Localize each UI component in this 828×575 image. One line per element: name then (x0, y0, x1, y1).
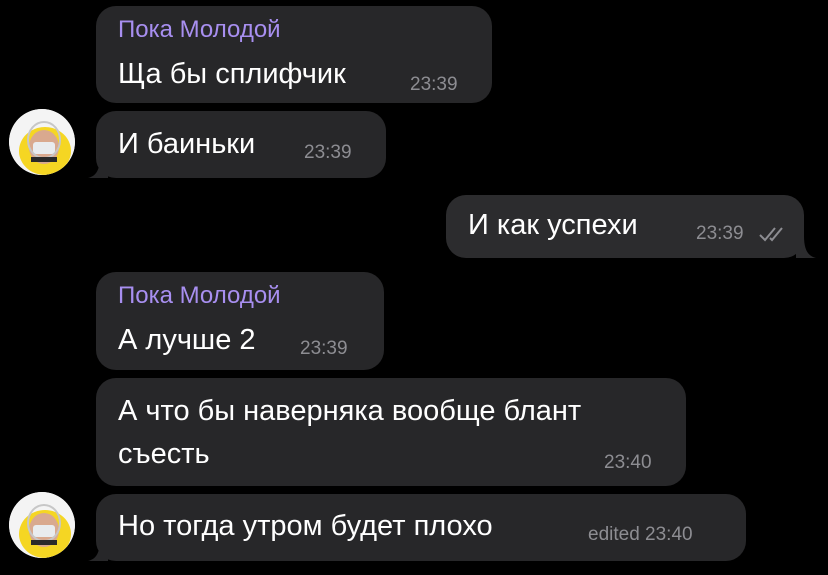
message-text: А лучше 2 (118, 324, 256, 356)
message-time: 23:39 (304, 142, 352, 163)
message-time: 23:40 (604, 452, 652, 473)
bubble-tail (796, 236, 816, 258)
message-bubble-2[interactable]: И баиньки 23:39 (96, 111, 386, 178)
sender-name[interactable]: Пока Молодой (118, 282, 281, 310)
message-text-line-1: А что бы наверняка вообще блант (118, 395, 582, 427)
message-text: Но тогда утром будет плохо (118, 510, 493, 542)
avatar-image (9, 109, 75, 175)
message-time: 23:39 (300, 338, 348, 359)
message-text-line-2: съесть (118, 438, 210, 470)
sender-name[interactable]: Пока Молодой (118, 16, 281, 44)
avatar[interactable] (9, 109, 75, 175)
avatar-image (9, 492, 75, 558)
avatar[interactable] (9, 492, 75, 558)
message-time-edited: edited 23:40 (588, 524, 693, 545)
bubble-tail (88, 539, 108, 561)
message-bubble-6[interactable]: Но тогда утром будет плохо edited 23:40 (96, 494, 746, 561)
message-bubble-5[interactable]: А что бы наверняка вообще блант съесть 2… (96, 378, 686, 486)
message-bubble-3-outgoing[interactable]: И как успехи 23:39 (446, 195, 804, 258)
message-time: 23:39 (696, 223, 744, 244)
message-bubble-1[interactable]: Пока Молодой Ща бы сплифчик 23:39 (96, 6, 492, 103)
message-bubble-4[interactable]: Пока Молодой А лучше 2 23:39 (96, 272, 384, 370)
read-double-check-icon (759, 227, 783, 242)
message-text: И как успехи (468, 209, 638, 241)
message-text: Ща бы сплифчик (118, 58, 346, 90)
message-time: 23:39 (410, 74, 458, 95)
message-text: И баиньки (118, 128, 256, 160)
bubble-tail (88, 156, 108, 178)
